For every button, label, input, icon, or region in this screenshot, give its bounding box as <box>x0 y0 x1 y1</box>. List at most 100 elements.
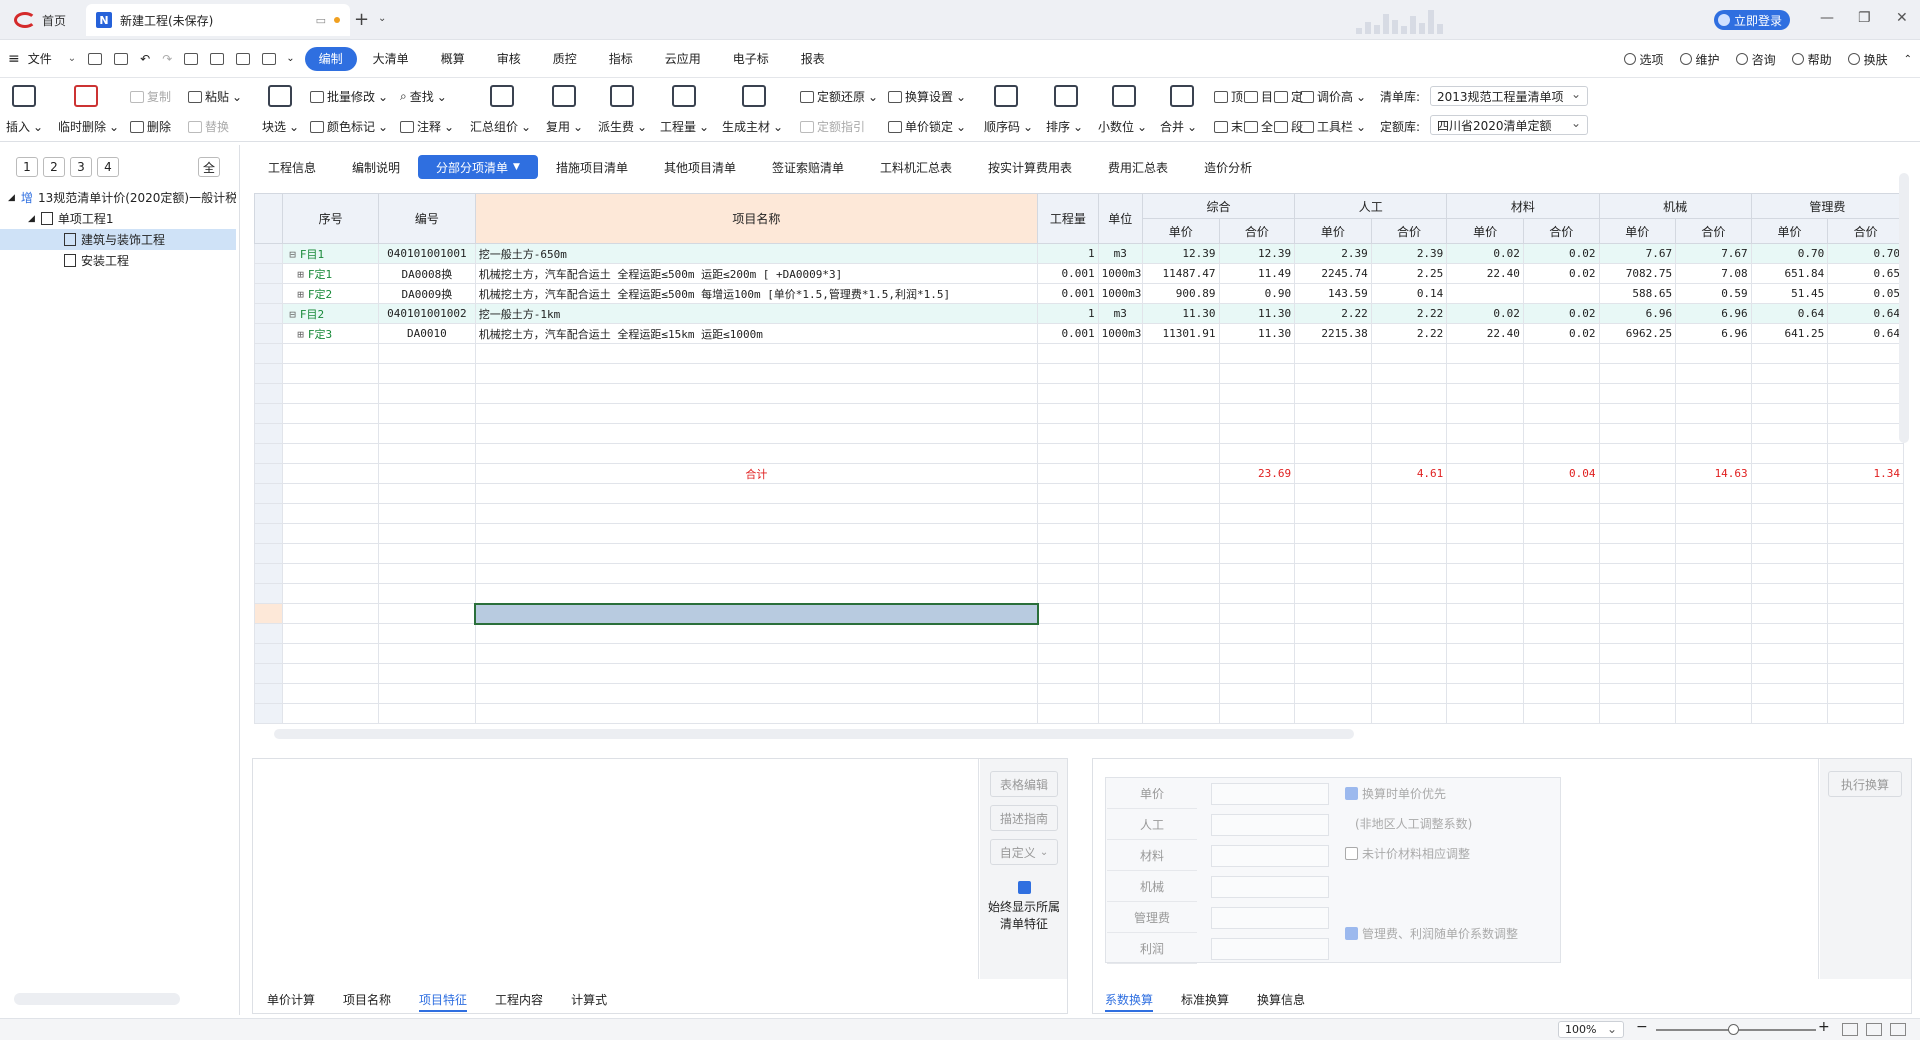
empty-cell[interactable] <box>1750 343 1829 364</box>
empty-cell[interactable] <box>1446 703 1524 724</box>
table-row[interactable] <box>253 403 1904 424</box>
cell-value[interactable]: 12.39 <box>1218 243 1296 264</box>
row-header[interactable] <box>253 663 284 684</box>
row-header[interactable] <box>253 543 284 564</box>
cell-value[interactable]: 0.64 <box>1750 303 1829 324</box>
empty-cell[interactable] <box>1141 643 1220 664</box>
empty-cell[interactable] <box>1522 443 1600 464</box>
empty-cell[interactable] <box>474 563 1039 584</box>
empty-cell[interactable] <box>1827 363 1904 384</box>
empty-cell[interactable] <box>1141 383 1220 404</box>
empty-cell[interactable] <box>282 543 379 564</box>
cell-value[interactable]: 7082.75 <box>1598 263 1677 284</box>
tab-project-info[interactable]: 工程信息 <box>250 155 334 179</box>
empty-cell[interactable] <box>1037 423 1099 444</box>
empty-cell[interactable] <box>1827 503 1904 524</box>
empty-cell[interactable] <box>1218 583 1296 604</box>
empty-cell[interactable] <box>1827 383 1904 404</box>
empty-cell[interactable] <box>1827 683 1904 704</box>
empty-cell[interactable] <box>1598 363 1677 384</box>
empty-cell[interactable] <box>1827 343 1904 364</box>
empty-cell[interactable] <box>1598 443 1677 464</box>
price-first-checkbox[interactable] <box>1345 787 1358 800</box>
empty-cell[interactable] <box>1446 423 1524 444</box>
cell-unit[interactable]: 1000m3 <box>1097 323 1143 344</box>
row-header[interactable] <box>253 683 284 704</box>
table-row[interactable]: ⊟ F目2 040101001002 挖一般土方-1km 1 m3 11.30 11.30 2.… <box>253 303 1904 324</box>
empty-cell[interactable] <box>1675 643 1752 664</box>
empty-cell[interactable] <box>377 703 476 724</box>
table-row[interactable] <box>253 503 1904 524</box>
empty-cell[interactable] <box>1598 603 1677 624</box>
empty-cell[interactable] <box>282 563 379 584</box>
row-header[interactable] <box>253 483 284 504</box>
cell-value[interactable]: 11.30 <box>1141 303 1220 324</box>
cell-code[interactable]: DA0009换 <box>377 283 476 304</box>
empty-cell[interactable] <box>1370 343 1448 364</box>
empty-cell[interactable] <box>1750 523 1829 544</box>
empty-cell[interactable] <box>1370 403 1448 424</box>
cell-qty[interactable]: 0.001 <box>1037 263 1099 284</box>
cell-value[interactable]: 0.02 <box>1446 243 1524 264</box>
cell-seq[interactable]: ⊞ F定1 <box>282 263 379 284</box>
delete-button[interactable]: 删除 <box>130 118 171 135</box>
table-row[interactable] <box>253 443 1904 464</box>
menu-index[interactable]: 指标 <box>593 47 649 71</box>
tree-root[interactable]: ◢ 增 13规范清单计价(2020定额)一般计税 <box>0 187 236 208</box>
empty-cell[interactable] <box>1827 483 1904 504</box>
empty-cell[interactable] <box>1370 643 1448 664</box>
tree-item-building-decoration[interactable]: 建筑与装饰工程 <box>0 229 236 250</box>
empty-cell[interactable] <box>1141 443 1220 464</box>
find-button[interactable]: ⌕ 查找 ⌄ <box>400 88 447 105</box>
empty-cell[interactable] <box>1141 423 1220 444</box>
empty-cell[interactable] <box>1522 663 1600 684</box>
expand-all-button[interactable]: 全 <box>198 157 220 177</box>
table-row[interactable]: ⊞ F定3 DA0010 机械挖土方，汽车配合运土 全程运距≤15km 运距≤1000… <box>253 323 1904 344</box>
empty-cell[interactable] <box>1446 663 1524 684</box>
tab-item-list[interactable]: 分部分项清单 ▼ <box>418 155 538 179</box>
cell-value[interactable]: 11.30 <box>1218 323 1296 344</box>
empty-cell[interactable] <box>377 563 476 584</box>
tab-work-content[interactable]: 工程内容 <box>495 991 543 1012</box>
empty-cell[interactable] <box>1750 683 1829 704</box>
empty-cell[interactable] <box>1370 523 1448 544</box>
empty-cell[interactable] <box>1522 383 1600 404</box>
empty-cell[interactable] <box>1522 643 1600 664</box>
empty-cell[interactable] <box>1097 483 1143 504</box>
tab-labor-material-summary[interactable]: 工料机汇总表 <box>862 155 970 179</box>
row-header[interactable] <box>253 363 284 384</box>
cell-value[interactable]: 0.70 <box>1827 243 1904 264</box>
empty-cell[interactable] <box>1218 363 1296 384</box>
tab-unit-price-calc[interactable]: 单价计算 <box>267 991 315 1012</box>
empty-cell[interactable] <box>1827 703 1904 724</box>
empty-cell[interactable] <box>1598 423 1677 444</box>
empty-cell[interactable] <box>1675 483 1752 504</box>
execute-conversion-button[interactable]: 执行换算 <box>1828 771 1902 797</box>
empty-cell[interactable] <box>1037 583 1099 604</box>
menu-file[interactable]: 文件 <box>20 47 68 71</box>
empty-cell[interactable] <box>1522 363 1600 384</box>
document-tab[interactable]: N 新建工程(未保存) ▭ <box>86 4 350 36</box>
empty-cell[interactable] <box>474 363 1039 384</box>
row-header[interactable] <box>253 563 284 584</box>
unpriced-checkbox[interactable] <box>1345 847 1358 860</box>
menu-report[interactable]: 报表 <box>785 47 841 71</box>
empty-cell[interactable] <box>474 443 1039 464</box>
zoom-in-icon[interactable]: + <box>1818 1019 1830 1035</box>
table-edit-button[interactable]: 表格编辑 <box>990 771 1058 797</box>
new-tab-plus-icon[interactable]: + <box>354 9 369 30</box>
empty-cell[interactable] <box>1370 383 1448 404</box>
table-row[interactable] <box>253 623 1904 644</box>
empty-cell[interactable] <box>1097 603 1143 624</box>
opt-price-first[interactable]: 换算时单价优先 <box>1345 785 1446 802</box>
batch-modify-button[interactable]: 批量修改 ⌄ <box>310 88 388 105</box>
summary-group-button[interactable]: 汇总组价 ⌄ <box>470 118 531 135</box>
empty-cell[interactable] <box>1037 563 1099 584</box>
empty-cell[interactable] <box>1218 703 1296 724</box>
empty-cell[interactable] <box>1522 703 1600 724</box>
always-show-checkbox[interactable] <box>1018 881 1031 894</box>
row-header[interactable] <box>253 383 284 404</box>
empty-cell[interactable] <box>474 583 1039 604</box>
export-icon[interactable] <box>184 52 199 65</box>
empty-cell[interactable] <box>1218 443 1296 464</box>
